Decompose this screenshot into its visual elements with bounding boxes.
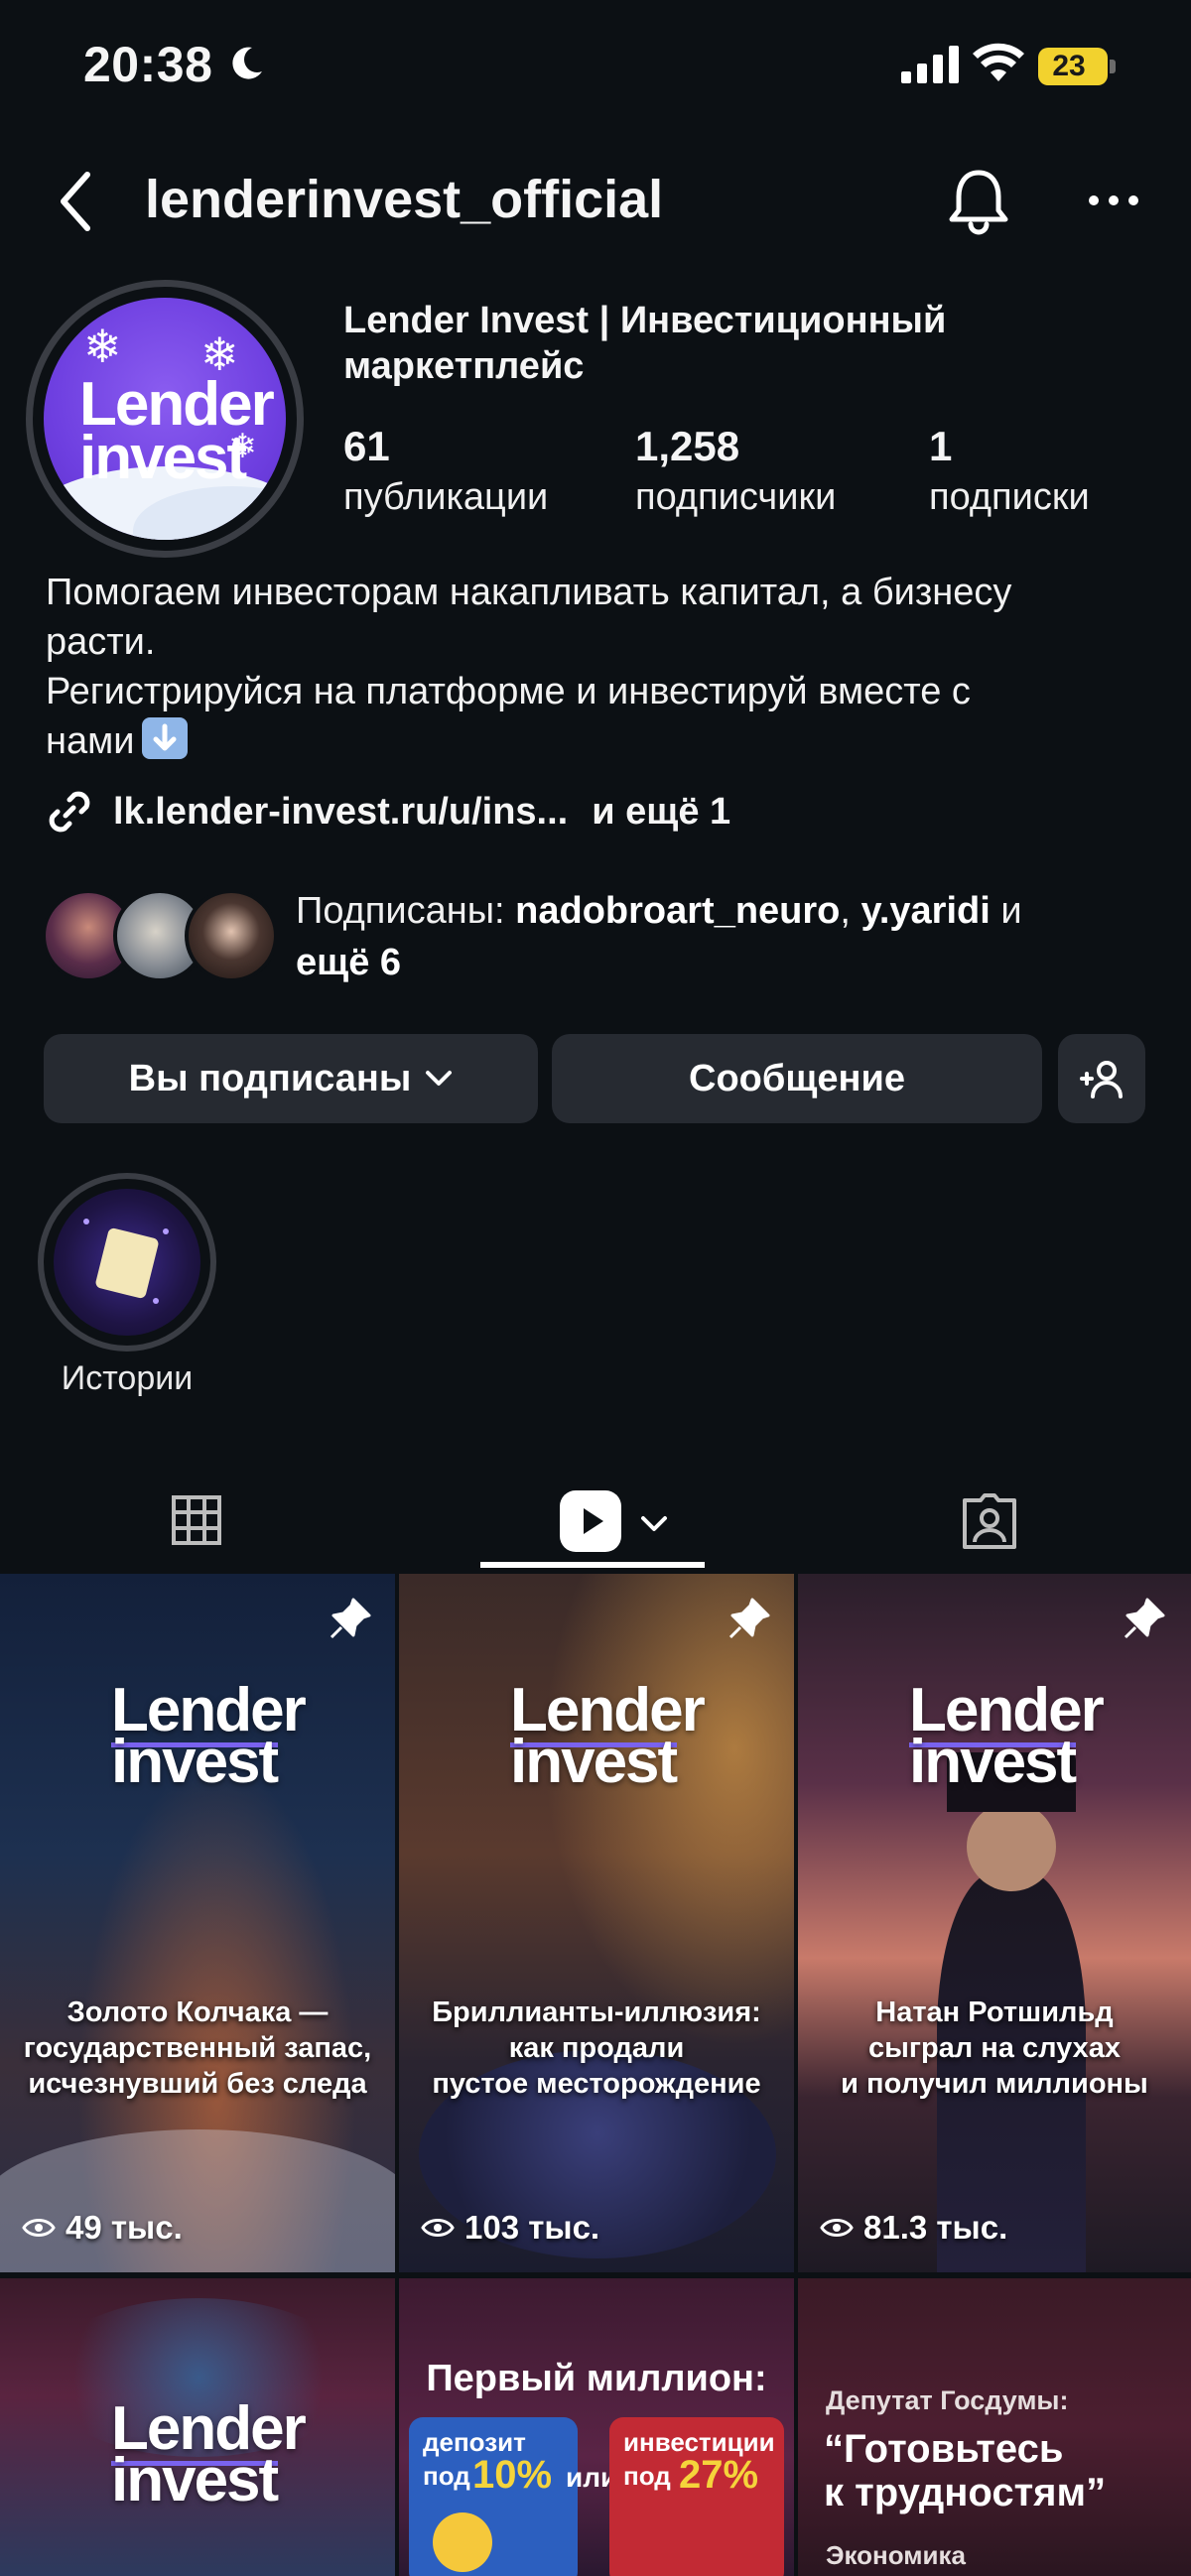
bio-line: Регистрируйся на платформе и инвестируй …: [46, 671, 971, 712]
status-time: 20:38: [83, 37, 213, 92]
eye-icon: [820, 2219, 854, 2237]
reel-headline: Первый миллион:: [426, 2358, 767, 2399]
reel-tile[interactable]: Lender invest Золото Колчака — государств…: [0, 1574, 395, 2272]
profile-link-more[interactable]: и ещё 1: [592, 791, 730, 834]
reel-tile[interactable]: Lender invest Бриллианты-иллюзия: как про…: [399, 1574, 794, 2272]
followed-by-user[interactable]: nadobroart_neuro: [515, 890, 840, 932]
pin-icon: [1124, 1598, 1165, 1639]
bio-line: Помогаем инвесторам накапливать капитал,…: [46, 572, 1012, 613]
profile-link[interactable]: lk.lender-invest.ru/u/ins... и ещё 1: [44, 784, 730, 839]
stat-followers-label: подписчики: [635, 476, 837, 518]
reel-tile[interactable]: Lender invest: [0, 2278, 395, 2576]
eye-icon: [22, 2219, 56, 2237]
reel-views: 103 тыс.: [421, 2209, 599, 2247]
stat-followers[interactable]: 1,258 подписчики: [635, 421, 836, 522]
tagged-icon: [963, 1493, 1016, 1549]
pin-icon: [330, 1598, 371, 1639]
wifi-icon: [973, 43, 1024, 81]
coin-icon: [433, 2512, 492, 2572]
reels-icon: [560, 1490, 621, 1552]
link-icon: [49, 791, 90, 833]
bell-icon[interactable]: [943, 165, 1014, 236]
reel-caption: Золото Колчака — государственный запас, ис…: [23, 1996, 372, 2100]
message-button[interactable]: Сообщение: [552, 1034, 1042, 1123]
stat-posts[interactable]: 61 публикации: [343, 421, 548, 522]
profile-full-name: Lender Invest | Инвестиционный маркетпле…: [343, 300, 947, 387]
reel-logo-text: invest: [510, 1728, 678, 1796]
chevron-down-icon: [426, 1071, 453, 1086]
reel-tile[interactable]: Lender invest Натан Ротшильд сыграл на сл…: [798, 1574, 1191, 2272]
profile-bio: Помогаем инвесторам накапливать капитал,…: [46, 568, 1157, 766]
battery-indicator: 23: [1038, 48, 1116, 85]
avatar: [185, 889, 278, 982]
reel-logo-text: invest: [909, 1728, 1077, 1796]
followed-by-user[interactable]: y.yaridi: [861, 890, 991, 932]
stat-following-label: подписки: [929, 476, 1090, 518]
reel-views: 49 тыс.: [22, 2209, 183, 2247]
active-tab-indicator: [480, 1562, 705, 1568]
followed-by-separator: ,: [840, 890, 851, 932]
reel-infobox-text: под: [623, 2461, 671, 2491]
reel-footer: Экономика: [826, 2540, 966, 2570]
chevron-down-icon: [641, 1516, 667, 1531]
stat-posts-label: публикации: [343, 476, 549, 518]
followed-by-more[interactable]: ещё 6: [296, 942, 401, 983]
profile-link-text[interactable]: lk.lender-invest.ru/u/ins...: [113, 791, 568, 834]
eye-icon: [421, 2219, 455, 2237]
stat-posts-value: 61: [343, 423, 390, 469]
avatar-logo-text: invest: [79, 424, 247, 492]
pin-icon: [728, 1598, 770, 1639]
battery-level: 23: [1052, 50, 1086, 82]
profile-username: lenderinvest_official: [145, 170, 664, 229]
down-arrow-emoji-icon: [142, 717, 189, 759]
followed-by-prefix: Подписаны:: [296, 890, 505, 932]
stat-following[interactable]: 1 подписки: [929, 421, 1090, 522]
reel-logo-text: invest: [111, 1728, 279, 1796]
reel-kicker: Депутат Госдумы:: [826, 2385, 1069, 2415]
reel-percent: 10%: [472, 2453, 553, 2497]
reel-tile[interactable]: Депутат Госдумы: “Готовьтесь к трудностям…: [798, 2278, 1191, 2576]
snowflake-icon: ❄: [83, 321, 122, 372]
bio-line: расти.: [46, 621, 156, 663]
following-button[interactable]: Вы подписаны: [44, 1034, 538, 1123]
message-button-label: Сообщение: [689, 1057, 905, 1099]
highlight-label[interactable]: Истории: [28, 1359, 226, 1398]
reel-quote: “Готовьтесь к трудностям”: [824, 2427, 1107, 2514]
avatar[interactable]: ❄ ❄ ❄ Lender invest: [44, 298, 286, 540]
bio-line: нами: [46, 720, 135, 762]
grid-icon: [172, 1495, 221, 1545]
stat-following-value: 1: [929, 423, 953, 469]
reel-caption: Натан Ротшильд сыграл на слухах и получил …: [841, 1996, 1148, 2100]
chevron-left-icon[interactable]: [56, 171, 95, 232]
reel-caption: Бриллианты-иллюзия: как продали пустое мес…: [432, 1996, 761, 2100]
reel-logo-text: invest: [111, 2446, 279, 2514]
add-user-button[interactable]: [1058, 1034, 1145, 1123]
highlight-cover[interactable]: [54, 1189, 200, 1336]
followed-by-and: и: [1000, 890, 1022, 932]
add-user-icon: [1080, 1061, 1123, 1098]
signal-icon: [901, 46, 959, 83]
tab-tagged[interactable]: [794, 1469, 1191, 1564]
mutual-followers-avatars[interactable]: [42, 889, 280, 982]
stat-followers-value: 1,258: [635, 423, 740, 469]
followed-by-text[interactable]: Подписаны: nadobroart_neuro, y.yaridi и …: [296, 885, 1149, 988]
moon-icon: [232, 47, 262, 79]
status-bar: 20:38 23: [0, 0, 1191, 139]
reel-views: 81.3 тыс.: [820, 2209, 1007, 2247]
following-button-label: Вы подписаны: [128, 1057, 412, 1099]
tab-posts-grid[interactable]: [0, 1469, 397, 1564]
more-horizontal-icon[interactable]: [1084, 185, 1143, 216]
reel-percent: 27%: [679, 2453, 759, 2497]
reel-infobox-text: под: [423, 2461, 470, 2491]
tab-reels[interactable]: [397, 1469, 794, 1564]
reel-tile[interactable]: Первый миллион: депозит под 10% или инве…: [399, 2278, 794, 2576]
